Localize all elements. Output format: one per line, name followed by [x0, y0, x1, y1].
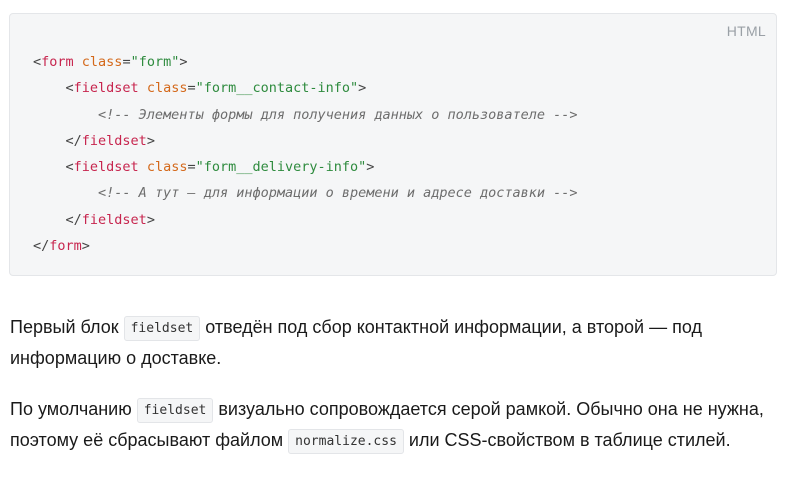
inline-code-fieldset: fieldset	[136, 398, 214, 423]
paragraph-text: или CSS-свойством в таблице стилей.	[403, 429, 731, 450]
code-punct: =	[187, 159, 196, 176]
inline-code-normalize: normalize.css	[288, 428, 404, 454]
code-attr: class	[81, 54, 123, 70]
code-attr: class	[146, 159, 188, 176]
code-line: <fieldset class="form__contact-info">	[33, 75, 578, 101]
code-punct: </	[65, 132, 82, 149]
code-punct: </	[33, 238, 50, 255]
code-punct: <	[65, 80, 74, 97]
code-punct: >	[179, 54, 188, 70]
code-punct: =	[187, 80, 196, 97]
code-string: "form"	[130, 54, 180, 70]
code-punct: =	[122, 54, 131, 70]
paragraph-text: Первый блок	[10, 317, 124, 337]
code-comment: <!-- А тут — для информации о времени и …	[98, 185, 578, 202]
code-tag: fieldset	[73, 159, 139, 176]
paragraph-fieldset-border: По умолчанию fieldset визуально сопровож…	[10, 395, 780, 456]
code-line: </fieldset>	[33, 128, 578, 154]
code-tag: form	[49, 238, 82, 255]
code-line: <form class="form">	[33, 49, 578, 75]
code-string: "form__contact-info"	[195, 80, 359, 97]
code-line: </fieldset>	[33, 207, 578, 233]
code-tag: form	[41, 54, 74, 70]
code-punct: >	[358, 80, 367, 97]
code-block: HTML <form class="form"> <fieldset class…	[9, 13, 777, 276]
code-tag: fieldset	[81, 211, 147, 228]
code-punct: <	[65, 159, 74, 176]
code-line: <fieldset class="form__delivery-info">	[33, 154, 578, 180]
inline-code-fieldset: fieldset	[123, 316, 201, 341]
code-punct: >	[366, 159, 375, 176]
paragraph-fieldset-purpose: Первый блок fieldset отведён под сбор ко…	[10, 313, 780, 373]
code-line: <!-- А тут — для информации о времени и …	[33, 180, 578, 206]
code-punct: >	[81, 238, 90, 255]
code-language-label: HTML	[726, 23, 766, 39]
code-attr: class	[146, 80, 188, 97]
code-punct: >	[146, 211, 155, 228]
code-content: <form class="form"> <fieldset class="for…	[33, 49, 578, 259]
code-tag: fieldset	[81, 132, 147, 149]
code-line: </form>	[33, 233, 578, 259]
code-comment: <!-- Элементы формы для получения данных…	[98, 106, 578, 123]
code-tag: fieldset	[73, 80, 139, 97]
code-string: "form__delivery-info"	[195, 159, 367, 176]
code-punct: >	[146, 132, 155, 149]
code-punct: <	[33, 54, 42, 70]
paragraph-text: По умолчанию	[10, 399, 137, 419]
code-punct: </	[65, 211, 82, 228]
code-line: <!-- Элементы формы для получения данных…	[33, 102, 578, 128]
